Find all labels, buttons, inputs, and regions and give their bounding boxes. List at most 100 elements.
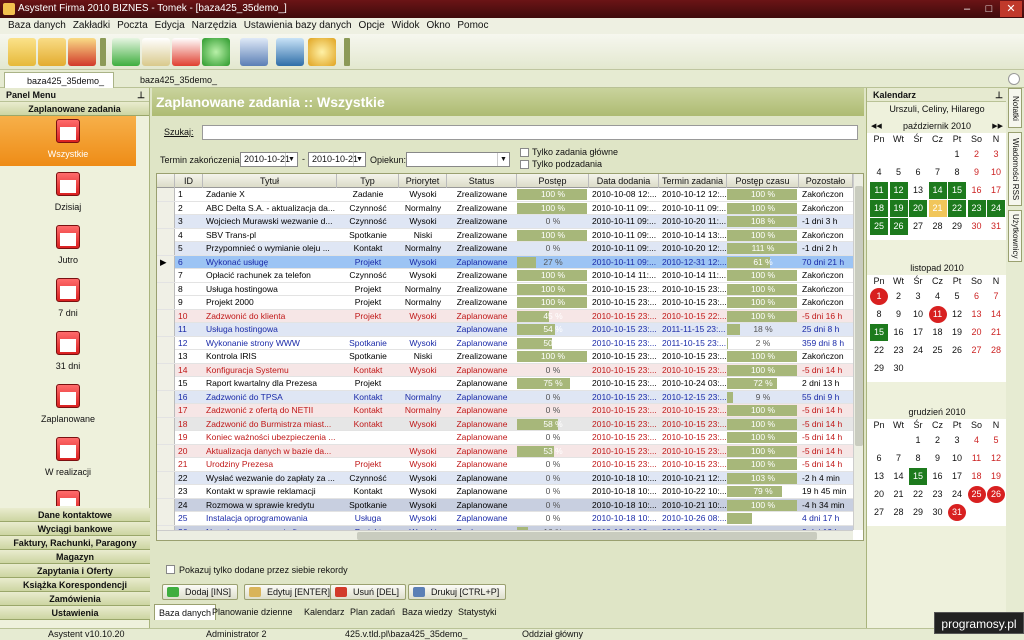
table-row[interactable]: 10 Zadzwonić do klienta Projekt Wysoki Zapla… — [157, 309, 853, 323]
row-selector[interactable] — [157, 228, 175, 242]
calendar-day[interactable]: 10 — [987, 164, 1005, 181]
calendar-day[interactable]: 4 — [968, 432, 986, 449]
side-tab-0[interactable]: Notatki — [1008, 88, 1022, 128]
calendar-day[interactable]: 19 — [889, 200, 908, 217]
calendar-day[interactable]: 30 — [890, 360, 908, 377]
add-button[interactable]: Dodaj [INS] — [162, 584, 239, 600]
row-selector[interactable] — [157, 485, 175, 498]
group-7[interactable]: Ustawienia — [0, 606, 150, 620]
calendar-day[interactable]: 19 — [948, 324, 966, 341]
row-selector[interactable] — [157, 309, 175, 323]
table-row[interactable]: 19 Koniec ważności ubezpieczenia ... Zapla… — [157, 431, 853, 445]
doc-tab-1[interactable]: baza425_35demo_ — [4, 72, 114, 88]
close-tab-icon[interactable] — [1008, 73, 1020, 85]
calendar-day[interactable]: 15 — [909, 468, 927, 485]
calendar-day[interactable]: 7 — [929, 164, 947, 181]
bell-icon[interactable] — [308, 38, 336, 66]
calendar-day[interactable]: 10 — [948, 450, 966, 467]
calendar-day[interactable]: 21 — [890, 486, 908, 503]
table-row[interactable]: 24 Rozmowa w sprawie kredytu Spotkanie Wyso… — [157, 498, 853, 512]
calendar-day[interactable]: 9 — [890, 306, 908, 323]
calendar-day[interactable]: 13 — [968, 306, 986, 323]
row-selector[interactable] — [157, 363, 175, 377]
column-header[interactable]: Termin zadania — [659, 174, 727, 188]
calendar-day[interactable]: 1 — [909, 432, 927, 449]
row-selector[interactable] — [157, 431, 175, 444]
row-selector[interactable] — [157, 498, 175, 512]
new-database-icon[interactable] — [8, 38, 36, 66]
calendar-day[interactable]: 28 — [929, 218, 947, 235]
only-main-checkbox[interactable] — [520, 148, 529, 157]
side-tab-2[interactable]: Użytkownicy — [1008, 210, 1022, 262]
delete-database-icon[interactable] — [68, 38, 96, 66]
nav-item-2[interactable]: Jutro — [0, 222, 136, 272]
refresh-icon[interactable] — [202, 38, 230, 66]
calendar-day[interactable]: 24 — [909, 342, 927, 359]
calendar-day[interactable]: 2 — [929, 432, 947, 449]
calendar-day[interactable]: 26 — [948, 342, 966, 359]
row-selector[interactable] — [157, 458, 175, 471]
minimize-button[interactable]: – — [956, 1, 978, 17]
menu-item-7[interactable]: Widok — [392, 20, 420, 31]
calendar-day[interactable]: 14 — [890, 468, 908, 485]
row-selector[interactable] — [157, 242, 175, 255]
calendar-day[interactable]: 1 — [870, 288, 888, 305]
calendar-day[interactable]: 10 — [909, 306, 927, 323]
table-row[interactable]: 15 Raport kwartalny dla Prezesa Projekt Zap… — [157, 377, 853, 391]
group-6[interactable]: Zamówienia — [0, 592, 150, 606]
calendar-day[interactable]: 3 — [909, 288, 927, 305]
row-selector[interactable] — [157, 471, 175, 485]
add-record-icon[interactable] — [112, 38, 140, 66]
column-header[interactable]: Postęp — [517, 174, 589, 188]
calendar-day[interactable]: 23 — [890, 342, 908, 359]
calendar-day[interactable]: 8 — [870, 306, 888, 323]
table-row[interactable]: 7 Opłacić rachunek za telefon Czynność Wyso… — [157, 269, 853, 283]
table-row[interactable]: ▶ 6 Wykonać usługę Projekt Wysoki Zaplanowane… — [157, 255, 853, 269]
doc-tab-2[interactable]: baza425_35demo_ — [118, 72, 228, 88]
delete-button[interactable]: Usuń [DEL] — [330, 584, 407, 600]
row-selector[interactable] — [157, 269, 175, 282]
horizontal-scrollbar[interactable] — [157, 530, 853, 540]
menu-item-1[interactable]: Zakładki — [73, 20, 110, 31]
scroll-thumb[interactable] — [855, 186, 863, 446]
row-selector[interactable] — [157, 404, 175, 417]
calendar-day[interactable]: 29 — [870, 360, 888, 377]
calendar-day[interactable]: 15 — [870, 324, 888, 341]
nav-item-3[interactable]: 7 dni — [0, 275, 136, 325]
calendar-day[interactable]: 11 — [928, 306, 947, 323]
bottom-tab-1[interactable]: Planowanie dzienne — [208, 604, 297, 620]
table-row[interactable]: 11 Usługa hostingowa Zaplanowane 54 % 2010-1… — [157, 323, 853, 337]
table-row[interactable]: 9 Projekt 2000 Projekt Normalny Zrealizowane… — [157, 296, 853, 310]
calendar-day[interactable]: 24 — [948, 486, 966, 503]
column-header[interactable]: Priorytet — [399, 174, 447, 188]
calendar-day[interactable]: 5 — [948, 288, 966, 305]
calendar-day[interactable]: 22 — [870, 342, 888, 359]
row-selector[interactable] — [157, 350, 175, 363]
calendar-day[interactable]: 5 — [987, 432, 1005, 449]
calendar-day[interactable]: 16 — [968, 182, 986, 199]
calendar-day[interactable]: 29 — [948, 218, 966, 235]
table-row[interactable]: 23 Kontakt w sprawie reklamacji Kontakt Wys… — [157, 485, 853, 499]
row-selector[interactable] — [157, 444, 175, 458]
menu-item-5[interactable]: Ustawienia bazy danych — [244, 20, 352, 31]
side-tab-1[interactable]: Wiadomości RSS — [1008, 132, 1022, 206]
scroll-thumb[interactable] — [357, 532, 817, 540]
calendar-day[interactable]: 11 — [968, 450, 986, 467]
maximize-button[interactable]: □ — [978, 1, 1000, 17]
edit-button[interactable]: Edytuj [ENTER] — [244, 584, 338, 600]
calendar-day[interactable]: 11 — [870, 182, 888, 199]
calendar-day[interactable]: 25 — [967, 486, 986, 503]
row-selector[interactable] — [157, 323, 175, 336]
calendar-day[interactable]: 28 — [890, 504, 908, 521]
column-header[interactable]: ID — [175, 174, 203, 188]
nav-item-6[interactable]: W realizacji — [0, 434, 136, 484]
menu-item-4[interactable]: Narzędzia — [192, 20, 237, 31]
date-from-picker[interactable]: 2010-10-21 ▼ — [240, 152, 298, 167]
calendar-day[interactable]: 12 — [889, 182, 908, 199]
group-2[interactable]: Faktury, Rachunki, Paragony — [0, 536, 150, 550]
menu-item-8[interactable]: Okno — [426, 20, 450, 31]
calendar-day[interactable]: 23 — [967, 200, 986, 217]
nav-item-7[interactable]: Zrealizowane — [0, 487, 136, 506]
calendar-day[interactable]: 21 — [987, 324, 1005, 341]
bottom-tab-4[interactable]: Baza wiedzy — [398, 604, 457, 620]
